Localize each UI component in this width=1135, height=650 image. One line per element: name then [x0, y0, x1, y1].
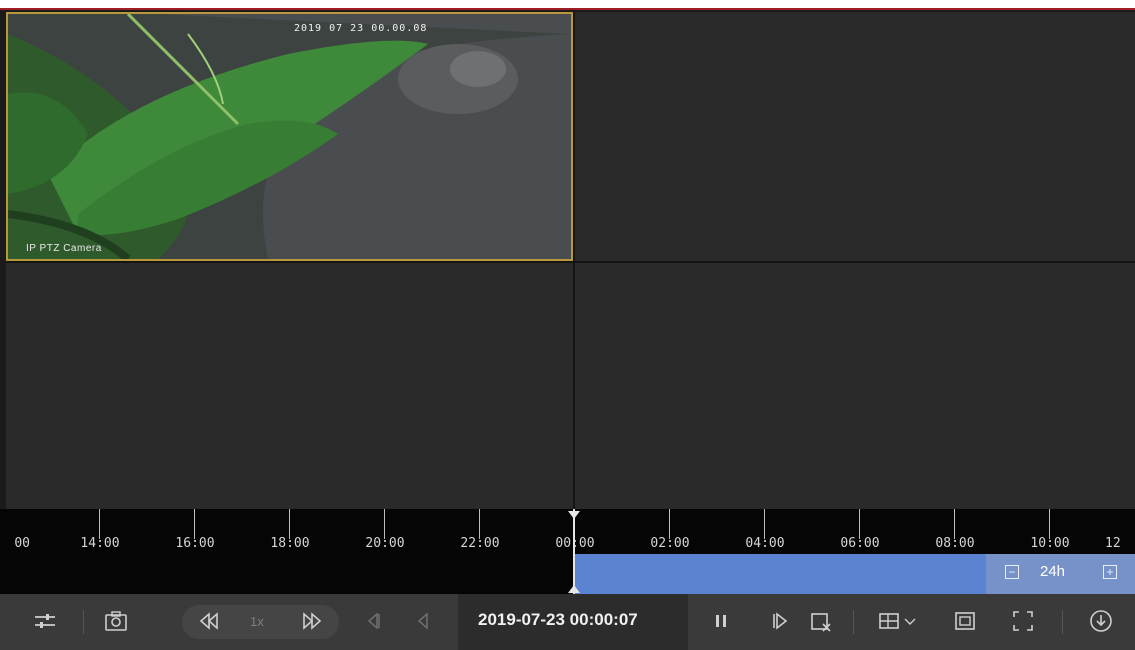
playhead-bottom-handle[interactable]: [568, 585, 580, 593]
camera-frame: [8, 14, 571, 259]
timeline-tick: [289, 509, 290, 539]
timeline-tick: [99, 509, 100, 539]
fast-forward-icon[interactable]: [299, 608, 325, 634]
timeline-label: 22:00: [460, 536, 500, 551]
osd-camera-name: IP PTZ Camera: [26, 243, 102, 254]
timeline-label: 06:00: [840, 536, 880, 551]
timeline-tick: [859, 509, 860, 539]
playback-toolbar: 1x 2019-07-23 00:00:07: [0, 594, 1135, 650]
video-pane-1-selected[interactable]: 2019 07 23 00.00.08 IP PTZ Camera: [6, 12, 573, 261]
timeline-label: 00:00: [545, 536, 605, 551]
osd-timestamp: 2019 07 23 00.00.08: [294, 23, 428, 34]
video-grid: 2019 07 23 00.00.08 IP PTZ Camera: [6, 12, 1135, 509]
zoom-out-button[interactable]: −: [1005, 565, 1019, 579]
toolbar-divider: [1062, 610, 1063, 634]
layout-grid-icon[interactable]: [877, 608, 903, 634]
accent-line: [0, 8, 1135, 10]
playback-speed: 1x: [250, 614, 264, 629]
window-icon[interactable]: [952, 608, 978, 634]
fullscreen-icon[interactable]: [1010, 608, 1036, 634]
timeline-tick: [479, 509, 480, 539]
clip-icon[interactable]: [808, 608, 834, 634]
toolbar-divider: [853, 610, 854, 634]
timeline-label: 20:00: [365, 536, 405, 551]
zoom-in-button[interactable]: +: [1103, 565, 1117, 579]
timeline-tick: [194, 509, 195, 539]
top-border: [0, 0, 1135, 10]
video-pane-4[interactable]: [575, 263, 1135, 509]
step-back-icon[interactable]: [410, 608, 436, 634]
step-forward-icon[interactable]: [768, 608, 794, 634]
rewind-icon[interactable]: [196, 608, 222, 634]
timeline-label: 02:00: [650, 536, 690, 551]
current-playback-time: 2019-07-23 00:00:07: [478, 610, 638, 629]
timeline-tick: [1049, 509, 1050, 539]
video-pane-2[interactable]: [575, 12, 1135, 261]
timeline-tick: [764, 509, 765, 539]
playhead-top-handle[interactable]: [568, 511, 580, 519]
zoom-level-label: 24h: [1040, 563, 1066, 580]
timeline-tick: [669, 509, 670, 539]
video-pane-3[interactable]: [6, 263, 573, 509]
timeline-label: 00: [14, 536, 30, 551]
timeline-label: 04:00: [745, 536, 785, 551]
download-icon[interactable]: [1088, 608, 1114, 634]
playback-timeline[interactable]: 00 14:00 16:00 18:00 20:00 22:00 00:00 0…: [0, 509, 1135, 594]
frame-back-icon[interactable]: [360, 608, 386, 634]
timeline-label: 10:00: [1030, 536, 1070, 551]
chevron-down-icon[interactable]: [903, 608, 917, 634]
timeline-label: 12: [1105, 536, 1121, 551]
toolbar-divider: [83, 610, 84, 634]
timeline-label: 18:00: [270, 536, 310, 551]
timeline-label: 14:00: [80, 536, 120, 551]
pause-icon[interactable]: [708, 608, 734, 634]
timeline-tick: [954, 509, 955, 539]
camera-snapshot-icon[interactable]: [103, 608, 129, 634]
settings-sliders-icon[interactable]: [32, 608, 58, 634]
timeline-label: 08:00: [935, 536, 975, 551]
playhead[interactable]: [573, 509, 575, 594]
timeline-tick: [384, 509, 385, 539]
timeline-label: 16:00: [175, 536, 215, 551]
